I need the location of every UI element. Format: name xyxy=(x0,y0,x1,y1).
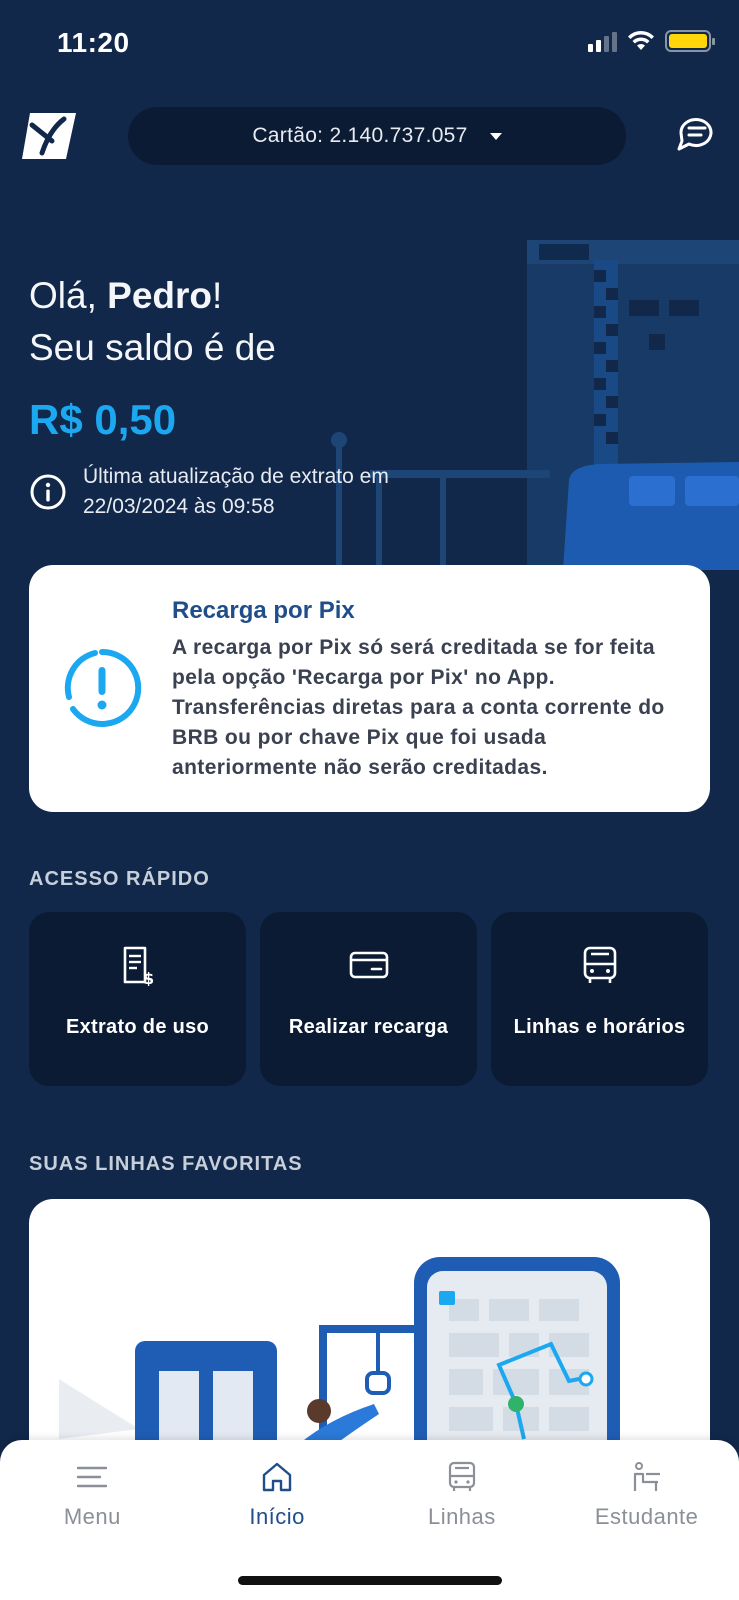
nav-item-lines[interactable]: Linhas xyxy=(370,1440,555,1550)
greeting-exclaim: ! xyxy=(212,275,223,316)
nav-item-student[interactable]: Estudante xyxy=(554,1440,739,1550)
info-icon xyxy=(30,474,66,510)
nav-label: Menu xyxy=(63,1504,121,1529)
last-update: Última atualização de extrato em 22/03/2… xyxy=(29,462,473,522)
quick-tile-recharge[interactable]: Realizar recarga xyxy=(260,912,477,1086)
balance-amount: R$ 0,50 xyxy=(29,396,177,443)
app-logo-icon xyxy=(22,113,76,159)
last-update-line2: 22/03/2024 às 09:58 xyxy=(83,495,275,518)
nav-label: Linhas xyxy=(427,1504,496,1529)
signal-icon xyxy=(588,30,617,52)
credit-card-icon xyxy=(349,951,388,979)
wifi-icon xyxy=(628,30,654,50)
quick-tile-label: Linhas e horários xyxy=(513,1016,686,1038)
card-selector[interactable]: Cartão: 2.140.737.057 xyxy=(128,107,626,165)
last-update-text: Última atualização de extrato em 22/03/2… xyxy=(83,462,473,522)
home-indicator xyxy=(238,1576,502,1585)
quick-tile-label: Realizar recarga xyxy=(288,1016,449,1038)
bus-icon xyxy=(448,1461,475,1491)
last-update-line1: Última atualização de extrato em xyxy=(83,465,389,488)
bus-icon xyxy=(583,946,616,983)
status-time: 11:20 xyxy=(57,27,130,58)
pix-notice-body: A recarga por Pix só será creditada se f… xyxy=(172,636,665,779)
status-icons xyxy=(588,30,715,52)
alert-icon xyxy=(64,648,142,727)
battery-icon xyxy=(665,30,715,52)
student-icon xyxy=(633,1462,660,1491)
quick-access-grid: $ Extrato de uso Realizar recarga Linhas… xyxy=(29,912,710,1086)
chevron-down-icon xyxy=(489,132,502,140)
home-icon xyxy=(262,1462,292,1492)
user-name: Pedro xyxy=(107,275,212,316)
quick-tile-lines[interactable]: Linhas e horários xyxy=(491,912,708,1086)
nav-label: Estudante xyxy=(594,1504,699,1529)
svg-text:$: $ xyxy=(143,969,154,986)
pix-notice-card: Recarga por Pix A recarga por Pix só ser… xyxy=(29,565,710,812)
receipt-dollar-icon: $ xyxy=(123,946,154,986)
nav-label: Início xyxy=(249,1504,305,1529)
favorites-title: SUAS LINHAS FAVORITAS xyxy=(29,1153,303,1175)
greeting-hello: Olá, xyxy=(29,275,97,316)
nav-item-home[interactable]: Início xyxy=(185,1440,370,1550)
quick-access-title: ACESSO RÁPIDO xyxy=(29,868,210,890)
status-bar: 11:20 xyxy=(0,0,739,90)
quick-tile-label: Extrato de uso xyxy=(65,1016,210,1038)
greeting: Olá, Pedro! Seu saldo é de xyxy=(29,270,276,374)
balance-intro: Seu saldo é de xyxy=(29,327,276,368)
pix-notice-title: Recarga por Pix xyxy=(172,597,355,624)
chat-icon[interactable] xyxy=(673,111,719,157)
greeting-line: Olá, Pedro! xyxy=(29,270,276,322)
bottom-nav: Menu Início Linhas Estudante xyxy=(0,1440,739,1600)
quick-tile-statement[interactable]: $ Extrato de uso xyxy=(29,912,246,1086)
hamburger-icon xyxy=(77,1466,108,1488)
card-selector-label: Cartão: 2.140.737.057 xyxy=(252,124,468,147)
nav-item-menu[interactable]: Menu xyxy=(0,1440,185,1550)
top-bar: Cartão: 2.140.737.057 xyxy=(0,105,739,165)
